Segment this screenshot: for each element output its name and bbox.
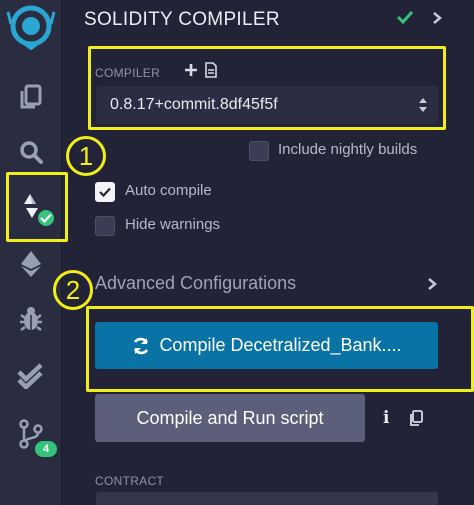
panel-title: SOLIDITY COMPILER: [84, 9, 280, 30]
remix-ide: 4 SOLIDITY COMPILER COMPILER 0.8.17+comm…: [0, 0, 474, 505]
hide-warnings-checkbox[interactable]: [95, 216, 115, 236]
compiler-panel: SOLIDITY COMPILER COMPILER 0.8.17+commit…: [53, 0, 474, 505]
file-icon[interactable]: [205, 62, 217, 83]
compile-and-run-label: Compile and Run script: [136, 407, 324, 428]
auto-compile-checkbox[interactable]: [95, 182, 115, 202]
compile-button-label: Compile Decetralized_Bank....: [159, 335, 402, 355]
select-arrows-icon: [418, 96, 428, 119]
include-nightly-checkbox[interactable]: [249, 141, 269, 161]
step-1-marker: 1: [66, 136, 106, 176]
add-compiler-icon[interactable]: [184, 62, 198, 80]
include-nightly-label: Include nightly builds: [278, 141, 418, 158]
refresh-icon: [131, 336, 151, 356]
chevron-right-icon[interactable]: [432, 11, 442, 30]
testing-icon[interactable]: [13, 358, 49, 394]
compiler-label: COMPILER: [95, 66, 161, 80]
deploy-run-icon[interactable]: [13, 246, 49, 282]
compiler-version-value: 0.8.17+commit.8df45f5f: [110, 96, 278, 113]
compile-button[interactable]: Compile Decetralized_Bank....: [95, 322, 438, 369]
info-icon[interactable]: i: [383, 408, 389, 428]
git-changes-badge: 4: [35, 441, 57, 457]
advanced-configurations-toggle[interactable]: Advanced Configurations: [95, 273, 296, 294]
remix-logo-icon[interactable]: [6, 4, 56, 51]
search-icon[interactable]: [13, 134, 49, 170]
file-explorer-icon[interactable]: [13, 79, 49, 115]
hide-warnings-label: Hide warnings: [125, 216, 221, 233]
contract-label: CONTRACT: [95, 474, 165, 488]
contract-select[interactable]: [96, 492, 438, 505]
compile-and-run-button[interactable]: Compile and Run script: [95, 394, 365, 442]
check-icon: [396, 10, 414, 29]
step1-highlight-rail: [6, 172, 68, 242]
auto-compile-label: Auto compile: [125, 182, 212, 199]
chevron-right-icon[interactable]: [427, 277, 437, 296]
debugger-icon[interactable]: [13, 301, 49, 337]
icon-rail: 4: [0, 0, 68, 505]
step-2-marker: 2: [53, 270, 93, 310]
copy-icon[interactable]: [409, 410, 423, 431]
compiler-version-select[interactable]: 0.8.17+commit.8df45f5f: [96, 86, 438, 124]
